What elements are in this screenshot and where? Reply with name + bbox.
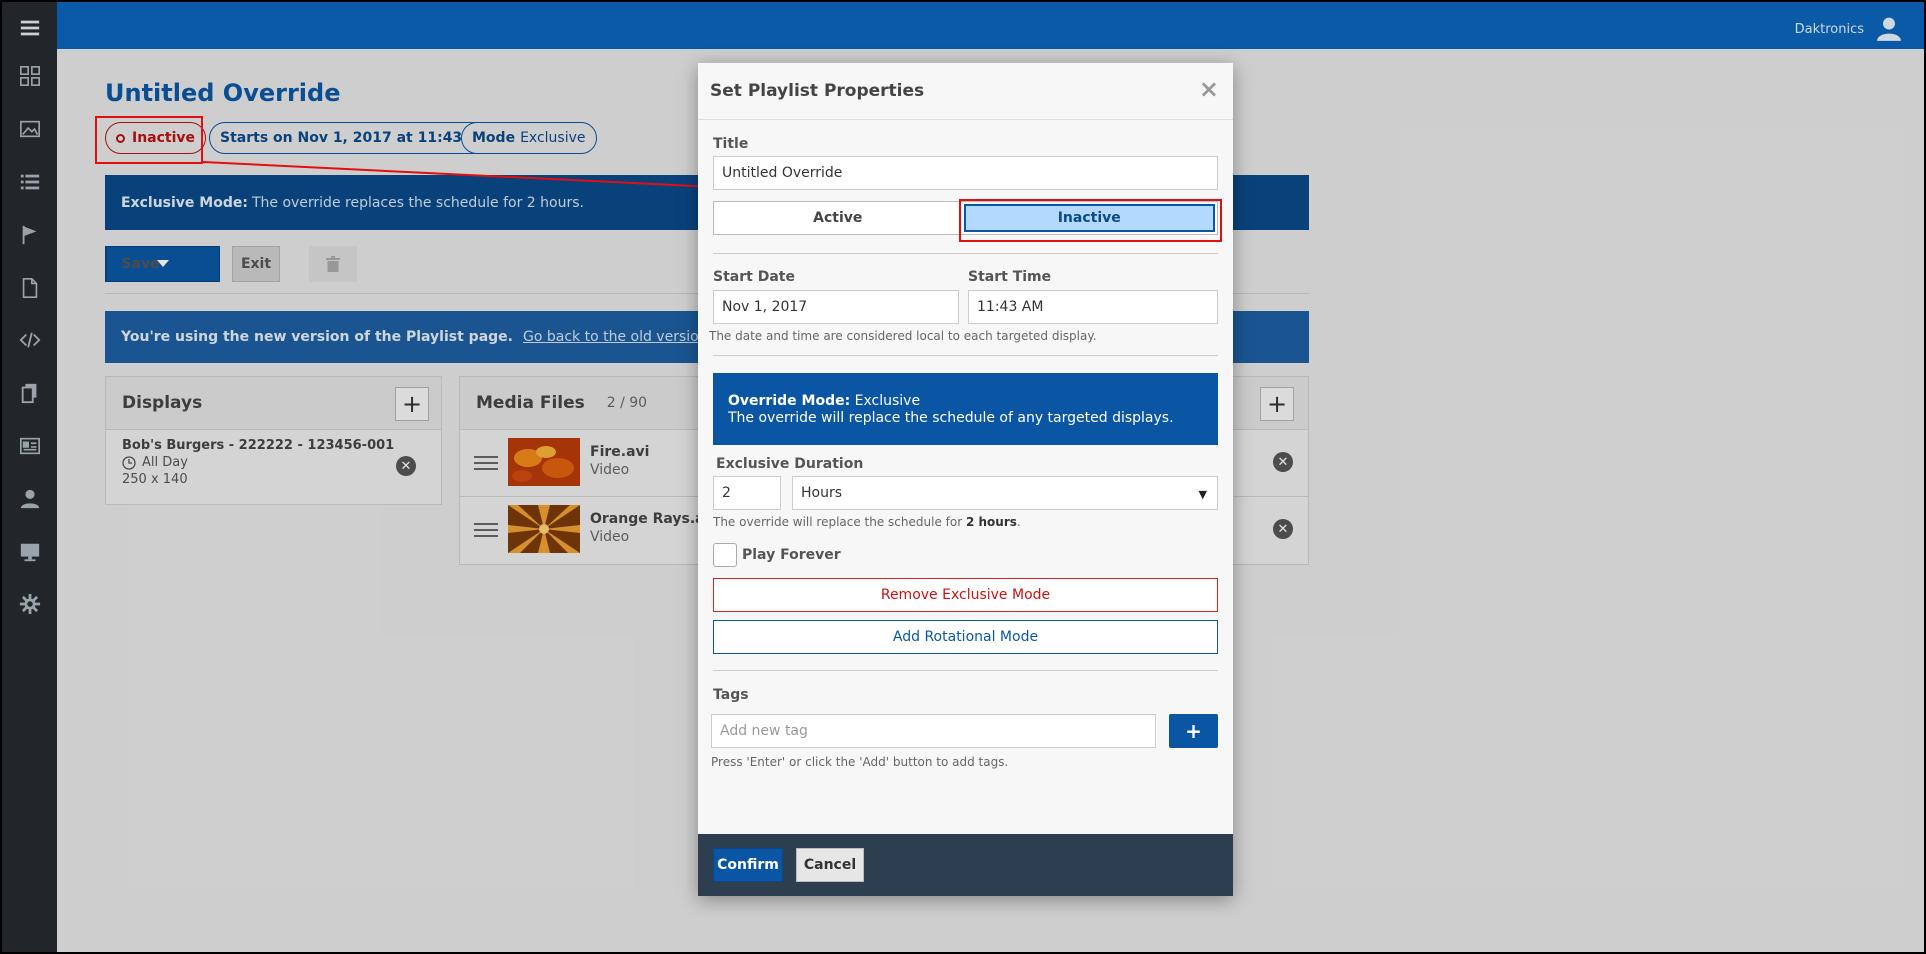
playlist-properties-modal: Set Playlist Properties × Title Untitled… [698,63,1233,896]
duration-hint-prefix: The override will replace the schedule f… [713,515,963,529]
play-forever-checkbox[interactable] [713,543,737,567]
duration-unit-select[interactable]: Hours ▼ [792,476,1218,510]
user-name: Daktronics [1794,21,1864,37]
add-rotational-mode-button[interactable]: Add Rotational Mode [713,620,1218,654]
start-time-label: Start Time [968,269,1052,285]
duration-hint: The override will replace the schedule f… [713,515,1021,529]
user-avatar-icon [1877,17,1901,41]
confirm-button[interactable]: Confirm [713,848,783,882]
duration-hint-suffix: . [1016,515,1021,529]
app-frame: Daktronics Untitled Override Inactive St… [2,2,1924,952]
close-icon[interactable]: × [1199,75,1219,103]
gear-icon[interactable] [2,584,57,624]
modal-footer: Confirm Cancel [698,834,1233,896]
duration-input[interactable]: 2 [713,476,781,510]
local-time-hint: The date and time are considered local t… [709,329,1097,343]
active-option[interactable]: Active [714,202,962,234]
divider [713,253,1218,254]
image-icon[interactable] [2,109,57,149]
override-mode-box: Override Mode: Exclusive The override wi… [713,373,1218,445]
start-date-input[interactable]: Nov 1, 2017 [713,290,959,324]
start-date-label: Start Date [713,269,795,285]
annotation-box-inactive [959,199,1222,242]
annotation-box-status [95,116,203,164]
title-input[interactable]: Untitled Override [713,156,1218,190]
dashboard-icon[interactable] [2,56,57,96]
divider [713,355,1218,356]
mode-box-value: Exclusive [854,393,921,409]
top-bar: Daktronics [57,2,1924,49]
tags-label: Tags [713,687,749,703]
chevron-down-icon: ▼ [1198,488,1207,501]
duration-label: Exclusive Duration [716,456,864,472]
tags-hint: Press 'Enter' or click the 'Add' button … [711,755,1009,769]
monitor-icon[interactable] [2,532,57,572]
flag-icon[interactable] [2,215,57,255]
divider [713,670,1218,671]
mode-box-desc: The override will replace the schedule o… [728,410,1174,426]
document-icon[interactable] [2,268,57,308]
list-icon[interactable] [2,162,57,202]
duration-hint-bold: 2 hours [965,515,1017,529]
copy-icon[interactable] [2,373,57,413]
remove-exclusive-mode-button[interactable]: Remove Exclusive Mode [713,578,1218,612]
play-forever-label: Play Forever [742,547,841,563]
tag-input[interactable]: Add new tag [711,714,1156,748]
code-icon[interactable] [2,320,57,360]
duration-unit-value: Hours [801,485,843,501]
cancel-button[interactable]: Cancel [796,848,864,882]
id-card-icon[interactable] [2,426,57,466]
start-time-input[interactable]: 11:43 AM [968,290,1218,324]
menu-icon[interactable] [2,8,57,48]
add-tag-button[interactable]: + [1169,714,1218,748]
user-icon[interactable] [2,479,57,519]
sidebar [2,2,57,952]
modal-title: Set Playlist Properties [710,81,925,101]
mode-box-bold: Override Mode: [728,393,851,409]
modal-header: Set Playlist Properties × [698,63,1233,120]
title-label: Title [713,136,749,152]
user-menu[interactable]: Daktronics [1795,16,1902,42]
